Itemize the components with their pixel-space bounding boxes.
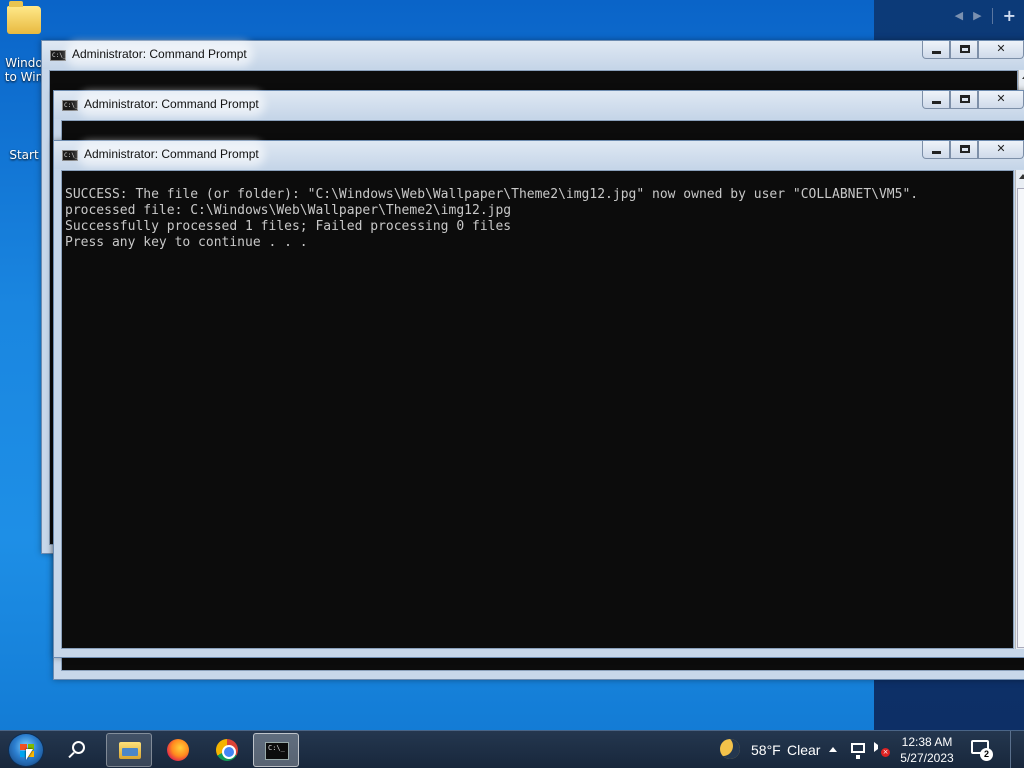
taskbar-firefox[interactable] [155,733,201,767]
close-button[interactable]: ✕ [978,91,1024,109]
window-title: Administrator: Command Prompt [72,47,247,61]
close-icon: ✕ [996,42,1006,55]
maximize-button[interactable] [950,91,978,109]
minimize-icon [932,151,941,154]
window-title: Administrator: Command Prompt [84,147,259,161]
close-icon: ✕ [996,142,1006,155]
minimize-icon [932,101,941,104]
maximize-icon [960,145,970,153]
minimize-button[interactable] [922,141,950,159]
taskbar-chrome[interactable] [204,733,250,767]
scroll-up-icon[interactable] [1019,174,1024,179]
notification-count-badge: 2 [980,748,993,761]
command-prompt-window-front[interactable]: C:\_ Administrator: Command Prompt ✕ SUC… [53,140,1024,658]
window-titlebar[interactable]: C:\_ Administrator: Command Prompt ✕ [54,91,1024,119]
volume-muted-badge-icon: × [881,748,890,757]
close-button[interactable]: ✕ [978,141,1024,159]
minimize-button[interactable] [922,91,950,109]
firefox-icon [167,739,189,761]
vertical-scrollbar[interactable] [1015,170,1024,649]
caption-buttons: ✕ [922,41,1024,59]
close-button[interactable]: ✕ [978,41,1024,59]
taskbar: C:\_ 58°F Clear × 12:38 AM 5/27/2023 2 [0,730,1024,768]
file-explorer-icon [119,742,141,759]
cmd-icon: C:\_ [62,100,79,111]
cmd-icon: C:\_ [50,50,67,61]
taskbar-command-prompt[interactable]: C:\_ [253,733,299,767]
mouse-cursor-icon [26,749,33,760]
cmd-icon: C:\_ [62,150,79,161]
clock-time[interactable]: 12:38 AM [898,735,956,749]
caption-buttons: ✕ [922,91,1024,109]
taskbar-search-button[interactable] [56,733,102,767]
show-desktop-button[interactable] [1010,731,1024,768]
clock-date[interactable]: 5/27/2023 [898,751,956,765]
window-titlebar[interactable]: C:\_ Administrator: Command Prompt ✕ [54,141,1024,169]
widget-next-button[interactable]: ▶ [973,9,981,22]
maximize-icon [960,95,970,103]
weather-moon-icon[interactable] [720,739,740,759]
maximize-button[interactable] [950,141,978,159]
widget-prev-button[interactable]: ◀ [955,9,963,22]
show-hidden-icons-chevron-icon[interactable] [829,747,837,752]
divider [991,7,993,24]
weather-condition[interactable]: Clear [787,742,820,758]
console-output[interactable]: SUCCESS: The file (or folder): "C:\Windo… [61,170,1014,649]
minimize-button[interactable] [922,41,950,59]
minimize-icon [932,51,941,54]
taskbar-file-explorer[interactable] [106,733,152,767]
chrome-icon [216,739,238,761]
volume-icon[interactable] [874,742,881,752]
widget-add-button[interactable]: + [1003,6,1016,25]
caption-buttons: ✕ [922,141,1024,159]
folder-icon [7,1,41,34]
window-titlebar[interactable]: C:\_ Administrator: Command Prompt ✕ [42,41,1024,69]
maximize-icon [960,45,970,53]
widget-nav: ◀ ▶ + [955,6,1016,25]
close-icon: ✕ [996,92,1006,105]
search-icon [72,741,85,754]
command-prompt-icon: C:\_ [265,742,289,760]
maximize-button[interactable] [950,41,978,59]
weather-temperature[interactable]: 58°F [751,742,781,758]
window-title: Administrator: Command Prompt [84,97,259,111]
scrollbar-thumb[interactable] [1017,188,1024,648]
network-icon[interactable] [851,743,865,759]
